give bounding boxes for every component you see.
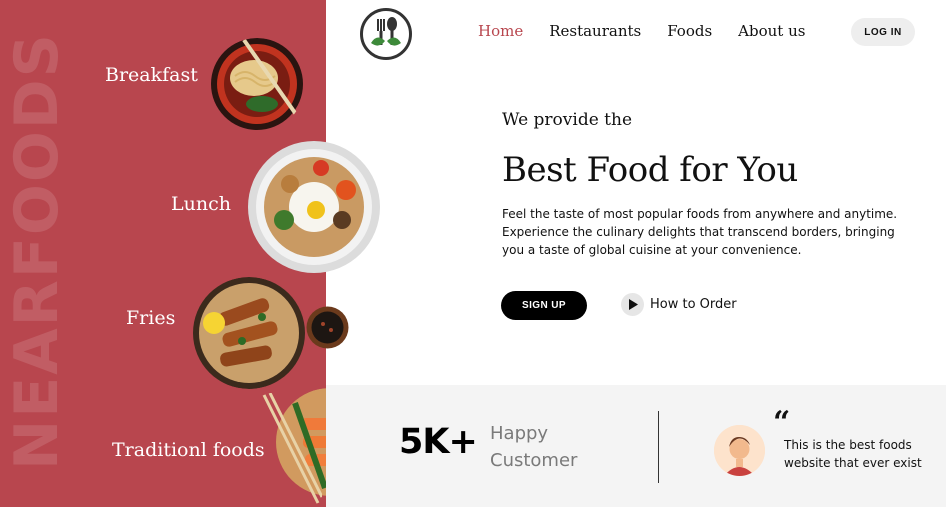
sauce-bowl-image — [306, 306, 349, 349]
nav-item-restaurants[interactable]: Restaurants — [549, 22, 641, 40]
breakfast-dish-image[interactable] — [210, 38, 305, 131]
stats-divider — [658, 411, 659, 483]
nav-item-home[interactable]: Home — [478, 22, 523, 40]
category-label-lunch[interactable]: Lunch — [171, 193, 231, 215]
category-label-breakfast[interactable]: Breakfast — [105, 64, 198, 86]
customer-avatar — [714, 425, 765, 476]
nav-item-foods[interactable]: Foods — [667, 22, 712, 40]
category-label-traditional[interactable]: Traditionl foods — [112, 439, 265, 461]
lunch-dish-image[interactable] — [246, 140, 382, 274]
login-button[interactable]: LOG IN — [851, 18, 915, 46]
chopsticks-image — [262, 392, 324, 505]
signup-button[interactable]: SIGN UP — [501, 291, 587, 320]
hero-description: Feel the taste of most popular foods fro… — [502, 207, 898, 257]
play-icon — [621, 293, 644, 316]
main-nav: Home Restaurants Foods About us — [478, 22, 805, 40]
customer-count-label: Happy Customer — [490, 423, 578, 471]
fork-spoon-icon — [371, 17, 401, 46]
nav-item-about-us[interactable]: About us — [738, 22, 805, 40]
hero-title: Best Food for You — [502, 150, 798, 190]
how-to-order-label: How to Order — [650, 297, 737, 312]
category-label-fries[interactable]: Fries — [126, 307, 175, 329]
hero-subtitle: We provide the — [502, 110, 633, 130]
brand-logo[interactable] — [360, 8, 412, 60]
brand-watermark: NEARFOODS — [2, 32, 72, 470]
testimonial-text: This is the best foods website that ever… — [784, 438, 922, 470]
quote-icon: “ — [773, 405, 791, 440]
customer-count: 5K+ — [399, 422, 478, 462]
fries-dish-image[interactable] — [192, 277, 306, 389]
how-to-order-link[interactable]: How to Order — [621, 293, 737, 316]
